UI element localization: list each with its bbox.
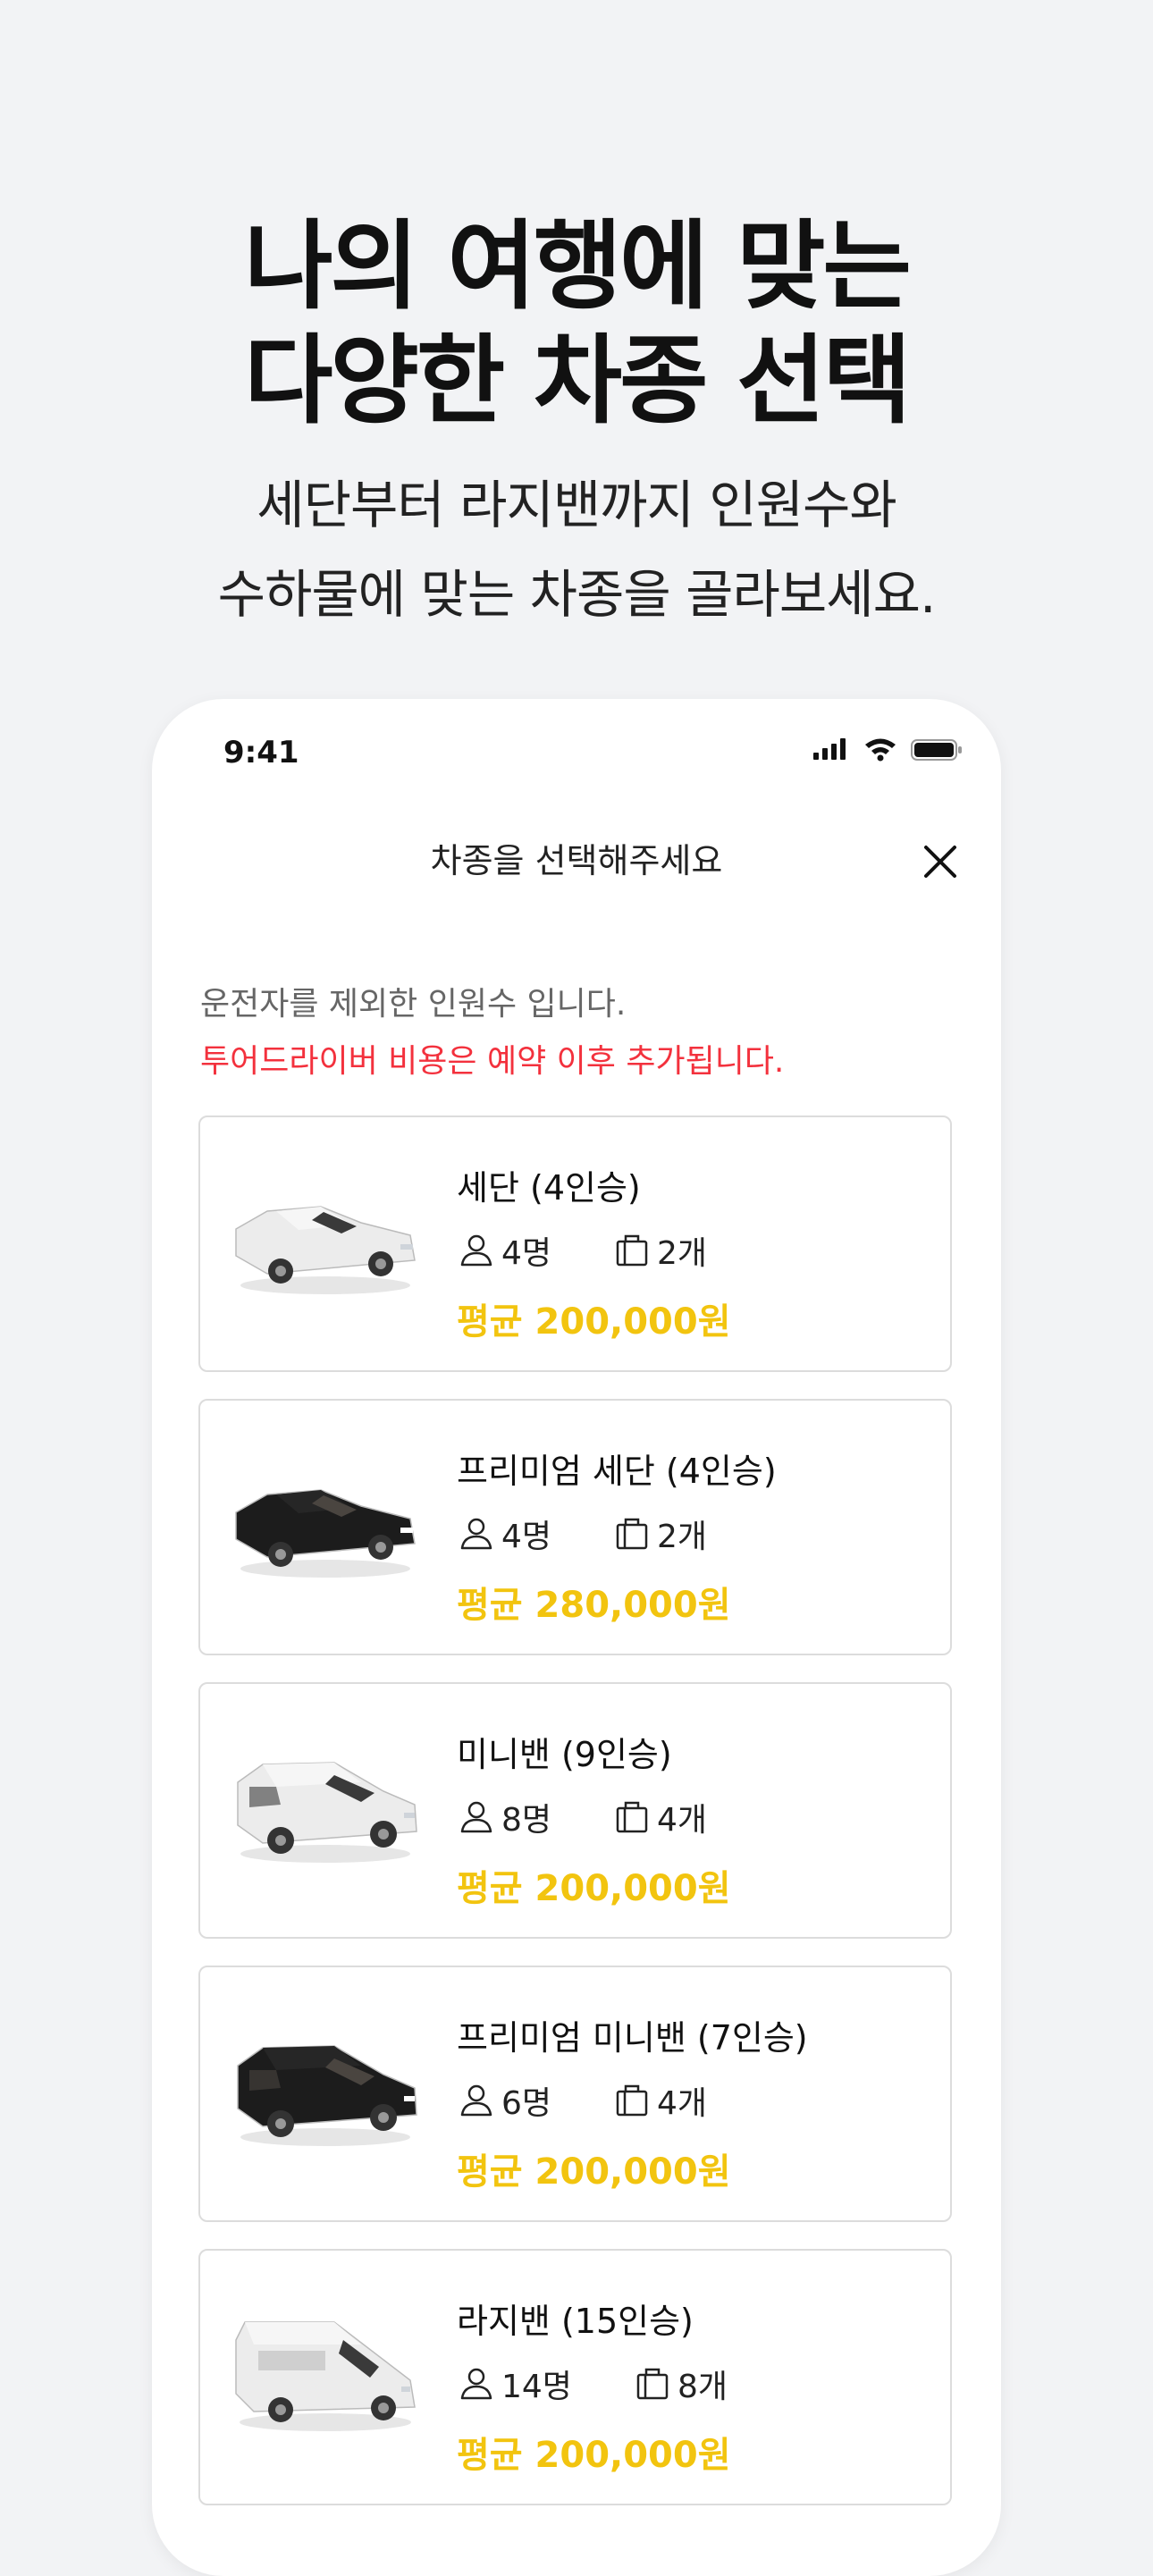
luggage-icon (612, 1797, 652, 1837)
luggage-count: 8개 (677, 2369, 728, 2405)
hero-subtitle-line1: 세단부터 라지밴까지 인원수와 (257, 475, 897, 535)
phone-frame: 9:41 차종을 선택해주세요 운전자를 제외한 인원수 입니다. 투어드라이버… (152, 699, 1001, 2576)
car-image (227, 1454, 424, 1588)
vehicle-card[interactable]: 프리미엄 미니밴 (7인승) 6명 4개 평균 200,000원 (198, 1966, 952, 2222)
vehicle-card[interactable]: 미니밴 (9인승) 8명 4개 평균 200,000원 (198, 1682, 952, 1939)
hero-title-line2: 다양한 차종 선택 (244, 325, 912, 437)
vehicle-capacity: 14명 8개 (457, 2363, 728, 2405)
passenger-count: 8명 (501, 1802, 552, 1839)
person-icon (457, 1797, 496, 1837)
luggage-count: 4개 (657, 2085, 708, 2122)
sedan-icon (227, 1489, 424, 1592)
status-icons (813, 738, 962, 762)
vehicle-price: 평균 280,000원 (457, 1585, 731, 1626)
vehicle-capacity: 4명 2개 (457, 1230, 708, 1272)
vehicle-card[interactable]: 라지밴 (15인승) 14명 8개 평균 200,000원 (198, 2249, 952, 2505)
hero-subtitle-line2: 수하물에 맞는 차종을 골라보세요. (217, 564, 937, 625)
car-image (227, 2304, 424, 2438)
passenger-count: 6명 (501, 2085, 552, 2122)
car-image (227, 1738, 424, 1872)
battery-icon (911, 739, 962, 761)
vehicle-price: 평균 200,000원 (457, 2151, 731, 2193)
passenger-count: 4명 (501, 1519, 552, 1555)
luggage-icon (612, 2081, 652, 2120)
vehicle-name: 프리미엄 미니밴 (7인승) (457, 2018, 808, 2058)
vehicle-card[interactable]: 세단 (4인승) 4명 2개 평균 200,000원 (198, 1115, 952, 1372)
car-image (227, 1171, 424, 1305)
passenger-notice: 운전자를 제외한 인원수 입니다. (200, 986, 627, 1023)
status-time: 9:41 (223, 735, 299, 770)
vehicle-card[interactable]: 프리미엄 세단 (4인승) 4명 2개 평균 280,000원 (198, 1399, 952, 1655)
hero-title-line1: 나의 여행에 맞는 (244, 211, 912, 323)
passenger-count: 4명 (501, 1235, 552, 1272)
luggage-icon (633, 2364, 672, 2403)
vehicle-name: 라지밴 (15인승) (457, 2302, 694, 2341)
car-image (227, 2021, 424, 2155)
luggage-icon (612, 1514, 652, 1553)
luggage-count: 2개 (657, 1235, 708, 1272)
vehicle-capacity: 6명 4개 (457, 2080, 708, 2122)
vehicle-price: 평균 200,000원 (457, 1301, 731, 1343)
hero-subtitle: 세단부터 라지밴까지 인원수와 수하물에 맞는 차종을 골라보세요. (0, 460, 1153, 639)
minivan-icon (227, 2045, 424, 2159)
person-icon (457, 1231, 496, 1270)
driver-cost-warning: 투어드라이버 비용은 예약 이후 추가됩니다. (200, 1043, 785, 1080)
vehicle-price: 평균 200,000원 (457, 2435, 731, 2476)
passenger-count: 14명 (501, 2369, 572, 2405)
sedan-icon (227, 1206, 424, 1309)
vehicle-price: 평균 200,000원 (457, 1868, 731, 1909)
luggage-icon (612, 1231, 652, 1270)
vehicle-name: 미니밴 (9인승) (457, 1735, 672, 1774)
wifi-icon (865, 738, 896, 762)
cellular-signal-icon (813, 738, 846, 760)
person-icon (457, 1514, 496, 1553)
luggage-count: 2개 (657, 1519, 708, 1555)
van-icon (227, 2321, 424, 2442)
vehicle-name: 세단 (4인승) (457, 1168, 641, 1208)
person-icon (457, 2364, 496, 2403)
modal-title: 차종을 선택해주세요 (430, 841, 723, 880)
vehicle-capacity: 8명 4개 (457, 1797, 708, 1839)
vehicle-name: 프리미엄 세단 (4인승) (457, 1452, 777, 1491)
hero-title: 나의 여행에 맞는 다양한 차종 선택 (0, 210, 1153, 439)
minivan-icon (227, 1762, 424, 1875)
close-icon[interactable] (919, 840, 962, 883)
person-icon (457, 2081, 496, 2120)
luggage-count: 4개 (657, 1802, 708, 1839)
vehicle-capacity: 4명 2개 (457, 1513, 708, 1555)
